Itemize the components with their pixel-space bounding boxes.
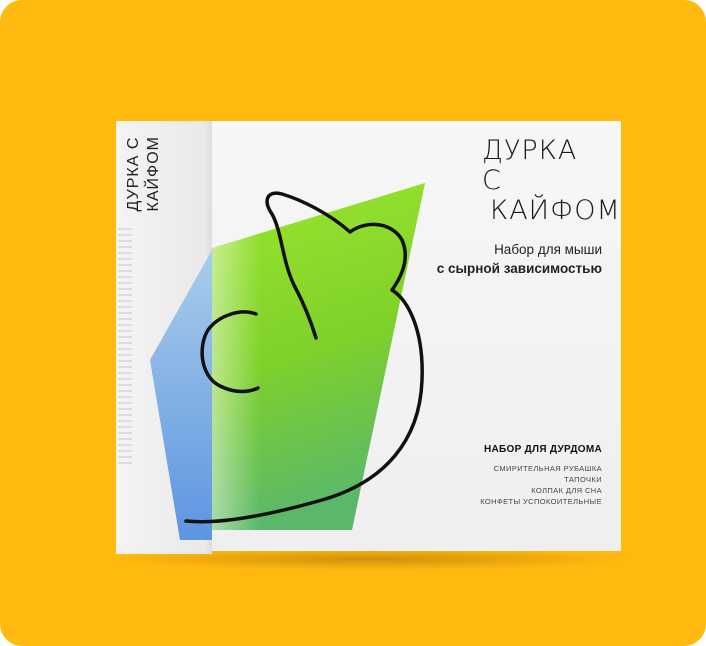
brand-line2: КАЙФОМ [490, 195, 621, 226]
product-card: ДУРКА С КАЙФОМ ДУРКА С КАЙФОМ Набор для … [0, 0, 706, 646]
brand-line1: ДУРКА С [482, 135, 578, 196]
kit-item: СМИРИТЕЛЬНАЯ РУБАШКА [493, 464, 602, 473]
kit-items-list: СМИРИТЕЛЬНАЯ РУБАШКА ТАПОЧКИ КОЛПАК ДЛЯ … [430, 463, 602, 507]
kit-title: НАБОР ДЛЯ ДУРДОМА [483, 444, 602, 455]
brand-title: ДУРКА С КАЙФОМ [482, 135, 621, 226]
blue-shape [150, 250, 212, 540]
kit-item: КОНФЕТЫ УСПОКОИТЕЛЬНЫЕ [480, 497, 602, 506]
tagline-line2: с сырной зависимостью [436, 261, 602, 276]
product-tagline: Набор для мыши с сырной зависимостью [420, 240, 602, 278]
tagline-line1: Набор для мыши [494, 242, 602, 257]
box-artwork [150, 183, 425, 540]
kit-item: КОЛПАК ДЛЯ СНА [531, 486, 602, 495]
kit-item: ТАПОЧКИ [564, 475, 602, 484]
